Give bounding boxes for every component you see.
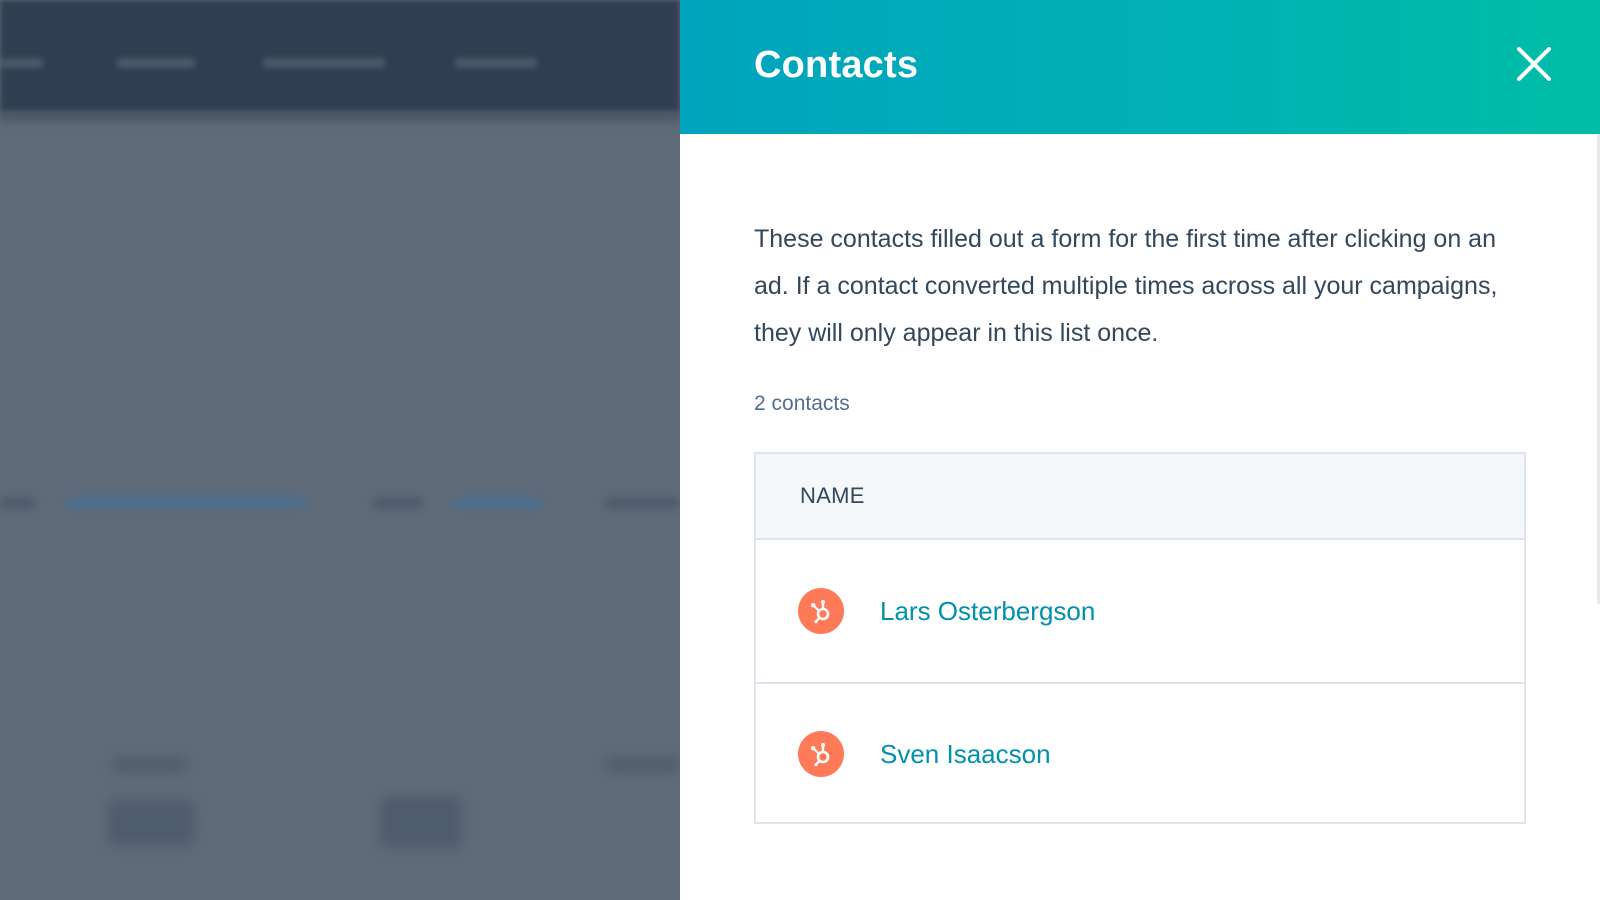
background-nav-bar (0, 0, 680, 112)
column-header-name[interactable]: NAME (800, 483, 865, 509)
contact-name-link[interactable]: Lars Osterbergson (880, 596, 1095, 627)
close-button[interactable] (1514, 44, 1554, 84)
contact-name-link[interactable]: Sven Isaacson (880, 739, 1051, 770)
background-app (0, 0, 680, 900)
close-icon (1517, 47, 1551, 81)
table-row: Sven Isaacson (756, 682, 1524, 824)
contacts-panel: Contacts These contacts filled out a for… (680, 0, 1600, 900)
table-header: NAME (756, 454, 1524, 540)
panel-header: Contacts (680, 0, 1600, 134)
contact-avatar (798, 731, 844, 777)
hubspot-sprocket-icon (811, 743, 830, 767)
panel-title: Contacts (754, 44, 919, 86)
panel-description: These contacts filled out a form for the… (754, 225, 1498, 347)
table-row: Lars Osterbergson (756, 540, 1524, 682)
contact-count: 2 contacts (754, 392, 850, 415)
contacts-table: NAME Lars Osterbergson Sven Isaacson (754, 452, 1526, 824)
hubspot-sprocket-icon (811, 600, 830, 624)
contact-avatar (798, 588, 844, 634)
